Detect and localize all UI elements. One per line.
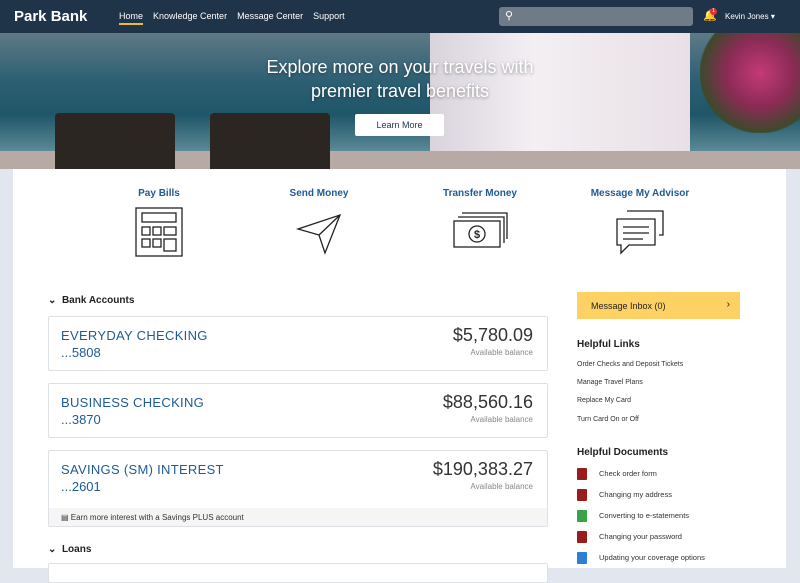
- top-nav: Park Bank Home Knowledge Center Message …: [0, 0, 800, 33]
- account-card[interactable]: BUSINESS CHECKING ...3870 $88,560.16 Ava…: [48, 383, 548, 438]
- account-balance: $5,780.09: [452, 325, 533, 345]
- helpful-link[interactable]: Replace My Card: [577, 397, 631, 404]
- link-file-icon: [577, 552, 587, 564]
- helpful-link[interactable]: Order Checks and Deposit Tickets: [577, 361, 683, 368]
- nav-message-center[interactable]: Message Center: [237, 11, 303, 25]
- transfer-money-action[interactable]: Transfer Money $: [400, 188, 560, 257]
- savings-promo-link[interactable]: ▤ Earn more interest with a Savings PLUS…: [49, 508, 547, 526]
- hero-image-chair: [210, 113, 330, 169]
- document-link[interactable]: Updating your coverage options: [577, 552, 705, 564]
- chevron-down-icon: ⌄: [48, 295, 57, 306]
- message-advisor-action[interactable]: Message My Advisor: [560, 188, 720, 257]
- account-number: ...5808: [61, 345, 101, 360]
- search-icon: ⚲: [505, 10, 514, 22]
- account-card[interactable]: EVERYDAY CHECKING ...5808 $5,780.09 Avai…: [48, 316, 548, 371]
- search-input[interactable]: ⚲: [499, 7, 693, 26]
- balance-label: Available balance: [470, 482, 533, 491]
- pdf-icon: [577, 468, 587, 480]
- chevron-right-icon: ›: [726, 299, 730, 310]
- account-balance: $88,560.16: [442, 392, 533, 412]
- account-name[interactable]: SAVINGS (SM) INTEREST: [61, 462, 224, 477]
- svg-text:$: $: [474, 229, 480, 241]
- hero-headline: Explore more on your travels with premier…: [266, 57, 534, 101]
- send-money-action[interactable]: Send Money: [239, 188, 399, 257]
- pay-bills-action[interactable]: Pay Bills: [79, 188, 239, 257]
- user-name: Kevin Jones: [725, 12, 769, 21]
- account-name[interactable]: EVERYDAY CHECKING: [61, 328, 208, 343]
- account-number: ...3870: [61, 412, 101, 427]
- chevron-down-icon: ⌄: [48, 544, 57, 555]
- helpful-link[interactable]: Manage Travel Plans: [577, 379, 643, 386]
- nav-knowledge-center[interactable]: Knowledge Center: [153, 11, 227, 25]
- user-menu[interactable]: Kevin Jones ▾: [725, 12, 775, 21]
- message-inbox-button[interactable]: Message Inbox (0) ›: [577, 292, 740, 319]
- account-name[interactable]: BUSINESS CHECKING: [61, 395, 204, 410]
- hero-image-flowers: [700, 33, 800, 133]
- balance-label: Available balance: [470, 415, 533, 424]
- calculator-icon: [135, 207, 183, 257]
- document-link[interactable]: Changing your password: [577, 531, 682, 543]
- document-link[interactable]: Converting to e-statements: [577, 510, 689, 522]
- hero-banner: Explore more on your travels with premier…: [0, 33, 800, 169]
- pdf-icon: [577, 489, 587, 501]
- helpful-links-heading: Helpful Links: [577, 339, 640, 350]
- document-link[interactable]: Check order form: [577, 468, 657, 480]
- nav-support[interactable]: Support: [313, 11, 345, 25]
- account-number: ...2601: [61, 479, 101, 494]
- nav-home[interactable]: Home: [119, 11, 144, 25]
- loan-card[interactable]: [48, 563, 548, 583]
- chat-icon: [616, 210, 664, 255]
- hero-image-chair: [55, 113, 175, 169]
- loans-header[interactable]: ⌄ Loans: [48, 544, 91, 555]
- document-link[interactable]: Changing my address: [577, 489, 672, 501]
- account-card[interactable]: SAVINGS (SM) INTEREST ...2601 $190,383.2…: [48, 450, 548, 527]
- spreadsheet-icon: [577, 510, 587, 522]
- cash-icon: $: [453, 212, 508, 248]
- notification-badge: 1: [710, 8, 717, 15]
- helpful-documents-heading: Helpful Documents: [577, 447, 669, 458]
- paper-plane-icon: [295, 213, 342, 255]
- brand-logo[interactable]: Park Bank: [14, 8, 87, 25]
- bank-accounts-header[interactable]: ⌄ Bank Accounts: [48, 295, 134, 306]
- learn-more-button[interactable]: Learn More: [355, 114, 444, 136]
- pdf-icon: [577, 531, 587, 543]
- money-icon: ▤: [61, 513, 69, 522]
- account-balance: $190,383.27: [432, 459, 533, 479]
- balance-label: Available balance: [470, 348, 533, 357]
- helpful-link[interactable]: Turn Card On or Off: [577, 416, 639, 423]
